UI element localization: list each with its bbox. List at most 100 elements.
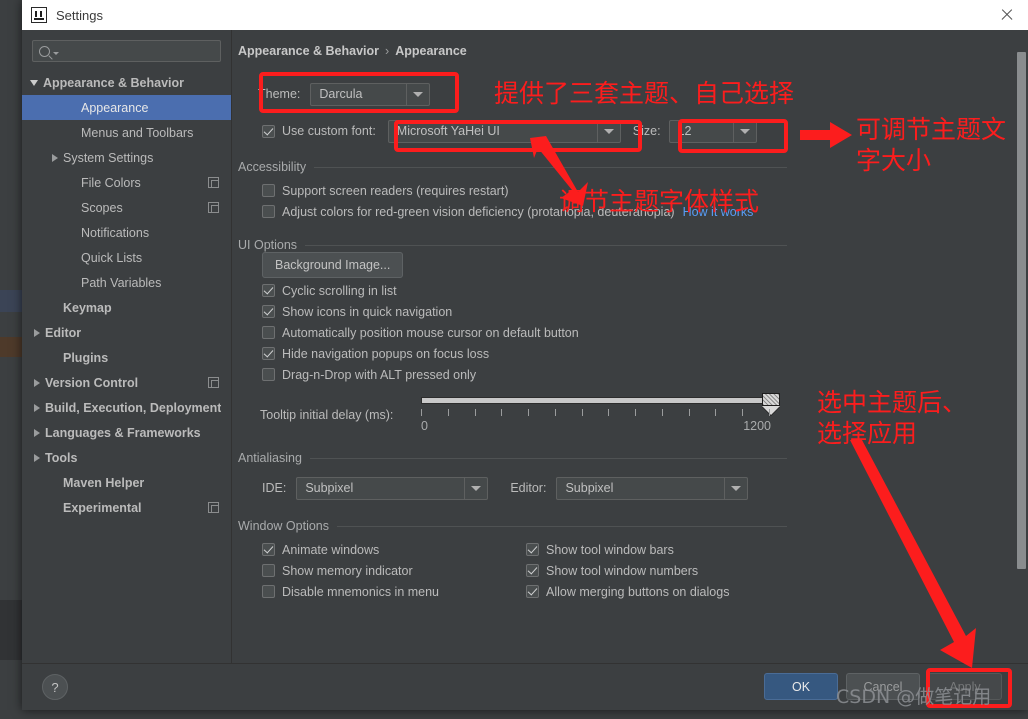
- copy-icon[interactable]: [208, 502, 219, 513]
- checkbox-row[interactable]: Hide navigation popups on focus loss: [262, 343, 1028, 364]
- dialog-footer: ? OK Cancel Apply: [22, 663, 1028, 710]
- settings-main-panel: Appearance & Behavior › Appearance Theme: …: [232, 30, 1028, 664]
- custom-font-select[interactable]: Microsoft YaHei UI: [387, 119, 621, 143]
- checkbox[interactable]: [262, 543, 275, 556]
- chevron-down-icon[interactable]: [30, 79, 38, 86]
- accessibility-group-title: Accessibility: [238, 160, 307, 174]
- sidebar-item-version-control[interactable]: Version Control: [22, 370, 231, 395]
- sidebar-item-path-variables[interactable]: Path Variables: [22, 270, 231, 295]
- checkbox[interactable]: [262, 205, 275, 218]
- dialog-title-bar: Settings: [22, 0, 1028, 30]
- sidebar-item-build-execution-deployment[interactable]: Build, Execution, Deployment: [22, 395, 231, 420]
- sidebar-item-label: Menus and Toolbars: [81, 125, 194, 140]
- checkbox-row[interactable]: Animate windows: [262, 539, 526, 560]
- breadcrumb-root[interactable]: Appearance & Behavior: [238, 44, 379, 58]
- slider-tick: [635, 409, 637, 416]
- use-custom-font-checkbox[interactable]: [262, 124, 275, 138]
- sidebar-item-maven-helper[interactable]: Maven Helper: [22, 470, 231, 495]
- main-panel-scrollbar[interactable]: [1017, 52, 1026, 569]
- checkbox-row[interactable]: Disable mnemonics in menu: [262, 581, 526, 602]
- sidebar-item-languages-frameworks[interactable]: Languages & Frameworks: [22, 420, 231, 445]
- checkbox-row[interactable]: Show icons in quick navigation: [262, 301, 1028, 322]
- sidebar-item-appearance[interactable]: Appearance: [22, 95, 231, 120]
- sidebar-item-scopes[interactable]: Scopes: [22, 195, 231, 220]
- ok-button[interactable]: OK: [764, 673, 838, 700]
- breadcrumb: Appearance & Behavior › Appearance: [232, 30, 1028, 58]
- checkbox[interactable]: [526, 543, 539, 556]
- checkbox[interactable]: [262, 284, 275, 297]
- slider-tick: [688, 409, 690, 416]
- sidebar-item-menus-and-toolbars[interactable]: Menus and Toolbars: [22, 120, 231, 145]
- checkbox[interactable]: [526, 564, 539, 577]
- close-icon[interactable]: [1000, 8, 1014, 22]
- copy-icon[interactable]: [208, 377, 219, 388]
- sidebar-item-plugins[interactable]: Plugins: [22, 345, 231, 370]
- slider-max-label: 1200: [743, 419, 771, 433]
- how-it-works-link[interactable]: How it works: [683, 205, 754, 219]
- sidebar-item-label: File Colors: [81, 175, 141, 190]
- chevron-right-icon[interactable]: [52, 153, 58, 162]
- checkbox-label: Disable mnemonics in menu: [282, 584, 440, 599]
- copy-icon[interactable]: [208, 202, 219, 213]
- chevron-right-icon[interactable]: [34, 328, 40, 337]
- chevron-right-icon[interactable]: [34, 428, 40, 437]
- sidebar-item-appearance-behavior[interactable]: Appearance & Behavior: [22, 70, 231, 95]
- sidebar-item-label: Appearance & Behavior: [43, 75, 185, 90]
- backdrop-bottom-strip: [0, 709, 1028, 719]
- checkbox[interactable]: [262, 184, 275, 197]
- sidebar-item-editor[interactable]: Editor: [22, 320, 231, 345]
- sidebar-item-tools[interactable]: Tools: [22, 445, 231, 470]
- sidebar-item-label: Tools: [45, 450, 78, 465]
- checkbox[interactable]: [262, 326, 275, 339]
- sidebar-item-quick-lists[interactable]: Quick Lists: [22, 245, 231, 270]
- tooltip-delay-slider-track[interactable]: [421, 397, 770, 404]
- cancel-button[interactable]: Cancel: [846, 673, 920, 700]
- font-size-select[interactable]: 12: [668, 119, 757, 143]
- settings-sidebar: Appearance & Behavior Appearance Menus and…: [22, 30, 232, 664]
- ide-antialiasing-select[interactable]: Subpixel: [296, 476, 489, 500]
- sidebar-item-experimental[interactable]: Experimental: [22, 495, 231, 520]
- accessibility-group-header: Accessibility: [238, 160, 787, 174]
- checkbox-row[interactable]: Drag-n-Drop with ALT pressed only: [262, 364, 1028, 385]
- checkbox[interactable]: [262, 305, 275, 318]
- window-options-group-title: Window Options: [238, 519, 330, 533]
- background-image-button[interactable]: Background Image...: [262, 252, 404, 278]
- dialog-title: Settings: [56, 7, 103, 23]
- checkbox-row[interactable]: Show tool window numbers: [526, 560, 796, 581]
- chevron-right-icon[interactable]: [34, 453, 40, 462]
- slider-tick: [421, 409, 422, 416]
- checkbox[interactable]: [526, 585, 539, 598]
- sidebar-item-system-settings[interactable]: System Settings: [22, 145, 231, 170]
- checkbox-row[interactable]: Adjust colors for red-green vision defic…: [262, 201, 1028, 222]
- custom-font-value: Microsoft YaHei UI: [396, 124, 500, 138]
- theme-select[interactable]: Darcula: [310, 82, 431, 106]
- checkbox[interactable]: [262, 585, 275, 598]
- checkbox-row[interactable]: Allow merging buttons on dialogs: [526, 581, 796, 602]
- backdrop-chunk: [0, 290, 22, 312]
- sidebar-item-notifications[interactable]: Notifications: [22, 220, 231, 245]
- slider-ticks: [421, 409, 771, 417]
- checkbox[interactable]: [262, 347, 275, 360]
- sidebar-item-label: Notifications: [81, 225, 150, 240]
- sidebar-item-file-colors[interactable]: File Colors: [22, 170, 231, 195]
- ide-antialiasing-value: Subpixel: [305, 481, 354, 495]
- checkbox[interactable]: [262, 368, 275, 381]
- checkbox-row[interactable]: Show memory indicator: [262, 560, 526, 581]
- dialog-body: Appearance & Behavior Appearance Menus and…: [22, 30, 1028, 664]
- apply-button[interactable]: Apply: [928, 673, 1002, 700]
- chevron-right-icon[interactable]: [34, 403, 40, 412]
- checkbox-row[interactable]: Support screen readers (requires restart…: [262, 180, 1028, 201]
- editor-antialiasing-select[interactable]: Subpixel: [556, 476, 749, 500]
- checkbox-row[interactable]: Show tool window bars: [526, 539, 796, 560]
- backdrop-chunk: [0, 600, 22, 660]
- search-input[interactable]: [32, 40, 221, 62]
- slider-tick: [661, 409, 663, 416]
- checkbox-row[interactable]: Automatically position mouse cursor on d…: [262, 322, 1028, 343]
- sidebar-item-keymap[interactable]: Keymap: [22, 295, 231, 320]
- editor-antialiasing-value: Subpixel: [565, 481, 614, 495]
- copy-icon[interactable]: [208, 177, 219, 188]
- checkbox[interactable]: [262, 564, 275, 577]
- checkbox-row[interactable]: Cyclic scrolling in list: [262, 280, 1028, 301]
- help-button[interactable]: ?: [42, 674, 68, 700]
- chevron-right-icon[interactable]: [34, 378, 40, 387]
